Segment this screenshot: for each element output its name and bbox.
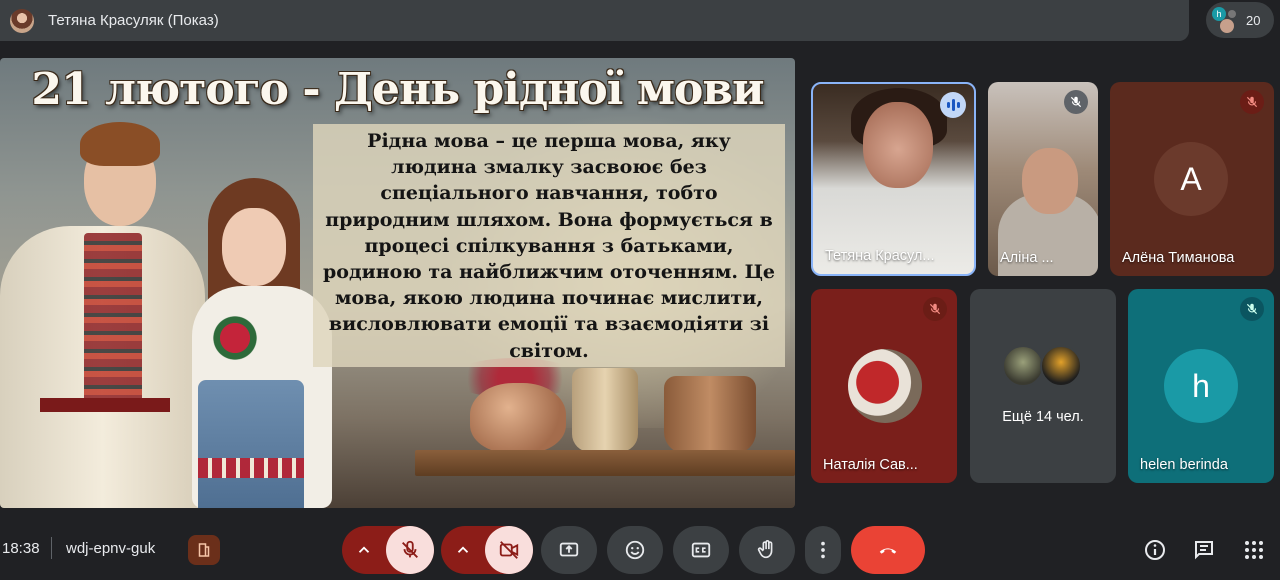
mic-toggle-button[interactable] xyxy=(386,526,434,574)
chat-icon xyxy=(1195,541,1213,560)
mic-off-icon xyxy=(1240,90,1264,114)
presenter-avatar xyxy=(10,8,34,33)
chat-button[interactable] xyxy=(1190,536,1218,564)
participant-name: Тетяна Красул... xyxy=(825,248,935,264)
participant-name: Алёна Тиманова xyxy=(1122,250,1235,266)
mic-off-icon xyxy=(402,540,419,558)
slide-skirt-band xyxy=(198,458,304,478)
avatar: h xyxy=(1164,349,1238,423)
participant-tile[interactable]: A Алёна Тиманова xyxy=(1110,82,1274,276)
participant-count: 20 xyxy=(1246,12,1261,28)
avatar xyxy=(848,349,922,423)
activity-icon xyxy=(198,543,210,557)
more-participants-label: Ещё 14 чел. xyxy=(1002,409,1084,425)
camera-options-button[interactable] xyxy=(441,526,485,574)
camera-off-icon xyxy=(499,541,519,559)
chevron-up-icon xyxy=(358,546,370,553)
captions-icon xyxy=(691,542,711,558)
participant-name: Наталія Сав... xyxy=(823,457,918,473)
raise-hand-button[interactable] xyxy=(739,526,795,574)
emoji-icon xyxy=(625,540,645,560)
info-icon xyxy=(1145,540,1165,560)
slide-title: 21 лютого - День рідної мови xyxy=(31,64,764,115)
mic-control-group xyxy=(342,526,434,574)
hand-icon xyxy=(757,540,773,559)
divider xyxy=(51,537,52,559)
speaking-indicator-icon xyxy=(940,92,966,118)
call-end-icon xyxy=(879,548,897,554)
captions-button[interactable] xyxy=(673,526,729,574)
avatar xyxy=(1040,345,1082,387)
meet-window: Тетяна Красуляк (Показ) h 20 21 лютого -… xyxy=(0,0,1280,580)
participant-avatars: h xyxy=(1212,7,1236,33)
chevron-up-icon xyxy=(457,546,469,553)
participant-name: helen berinda xyxy=(1140,457,1228,473)
more-participants-tile[interactable]: Ещё 14 чел. xyxy=(970,289,1116,483)
activities-button[interactable] xyxy=(188,535,220,565)
clock-time: 18:38 xyxy=(2,540,40,557)
slide-body-text: Рідна мова – це перша мова, яку людина з… xyxy=(323,130,776,362)
slide-girl-embroidery xyxy=(205,308,265,368)
more-options-button[interactable] xyxy=(805,526,841,574)
present-screen-button[interactable] xyxy=(541,526,597,574)
slide-girl-skirt xyxy=(198,380,304,508)
meeting-details-button[interactable] xyxy=(1141,536,1169,564)
slide-jug xyxy=(572,368,638,452)
participants-chip[interactable]: h 20 xyxy=(1206,2,1274,38)
participant-tile[interactable]: Наталія Сав... xyxy=(811,289,957,483)
participant-tile[interactable]: h helen berinda xyxy=(1128,289,1274,483)
slide-text-box: Рідна мова – це перша мова, яку людина з… xyxy=(313,124,785,367)
activities-menu-button[interactable] xyxy=(1240,536,1268,564)
participant-face xyxy=(863,102,933,188)
avatar xyxy=(1220,19,1234,33)
slide-shelf xyxy=(415,450,795,476)
participant-face xyxy=(1022,148,1078,214)
slide-vase xyxy=(470,383,566,453)
slide-girl-face xyxy=(222,208,286,286)
mic-options-button[interactable] xyxy=(342,526,386,574)
avatar xyxy=(1002,345,1044,387)
slide-boy-hair xyxy=(80,122,160,166)
leave-call-button[interactable] xyxy=(851,526,925,574)
participant-name: Аліна ... xyxy=(1000,250,1054,266)
mic-off-icon xyxy=(923,297,947,321)
presenter-title: Тетяна Красуляк (Показ) xyxy=(48,12,219,29)
more-vert-icon xyxy=(821,541,825,559)
participant-tile-speaking[interactable]: Тетяна Красул... xyxy=(811,82,976,276)
mic-off-icon xyxy=(1240,297,1264,321)
slide-pot xyxy=(664,376,756,454)
presentation-banner: Тетяна Красуляк (Показ) xyxy=(0,0,1189,41)
mic-off-icon xyxy=(1064,90,1088,114)
participant-tile[interactable]: Аліна ... xyxy=(988,82,1098,276)
camera-control-group xyxy=(441,526,533,574)
camera-toggle-button[interactable] xyxy=(485,526,533,574)
avatar: A xyxy=(1154,142,1228,216)
slide-embroidery xyxy=(84,233,142,403)
avatar xyxy=(1228,10,1236,18)
slide-belt xyxy=(40,398,170,412)
meeting-code[interactable]: wdj-epnv-guk xyxy=(66,540,155,557)
present-screen-icon xyxy=(559,542,579,557)
shared-screen-slide: 21 лютого - День рідної мови Рідна мова … xyxy=(0,58,795,508)
reactions-button[interactable] xyxy=(607,526,663,574)
apps-grid-icon xyxy=(1245,541,1263,559)
